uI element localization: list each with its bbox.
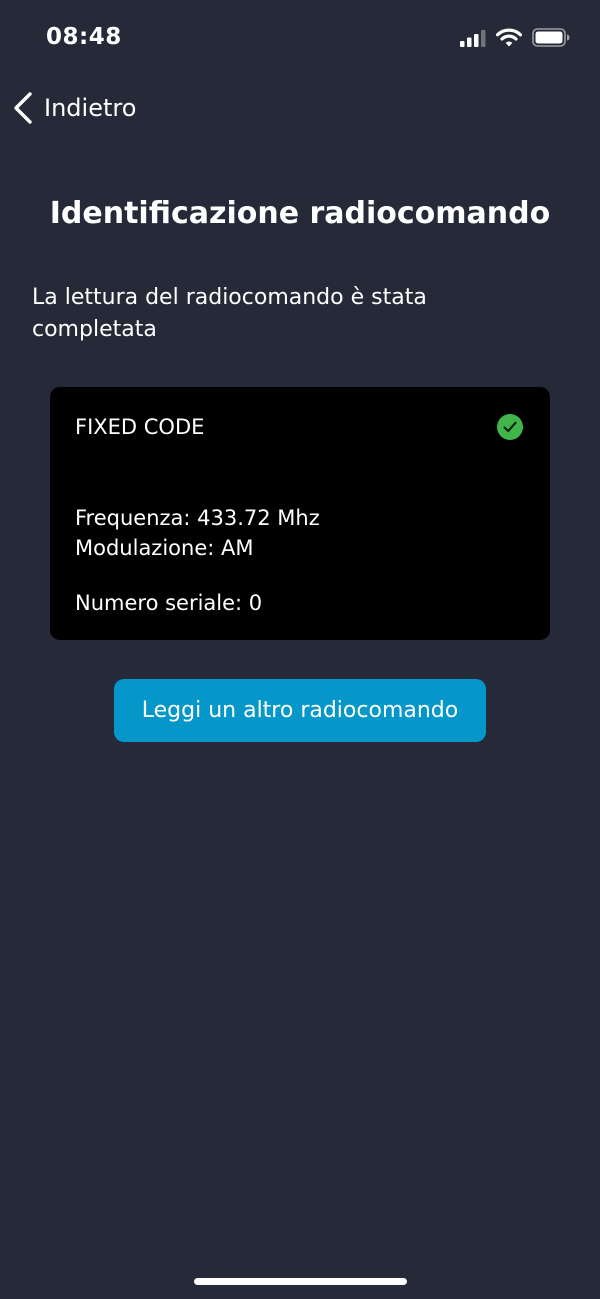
cellular-signal-icon <box>460 29 486 47</box>
page-title: Identificazione radiocomando <box>49 196 551 231</box>
status-icons <box>460 28 570 47</box>
code-type-label: FIXED CODE <box>75 415 205 439</box>
read-another-remote-button[interactable]: Leggi un altro radiocomando <box>114 679 486 742</box>
wifi-icon <box>496 28 522 47</box>
check-circle-icon <box>497 414 523 440</box>
back-button[interactable]: Indietro <box>12 86 136 130</box>
status-bar: 08:48 <box>0 0 600 80</box>
home-indicator[interactable] <box>194 1278 407 1285</box>
status-description: La lettura del radiocomando è stata comp… <box>32 285 427 342</box>
serial-number-value: Numero seriale: 0 <box>75 591 263 615</box>
back-button-label: Indietro <box>44 94 137 122</box>
remote-result-card: FIXED CODE Frequenza: 433.72 Mhz Modulaz… <box>50 387 550 640</box>
status-time: 08:48 <box>46 24 122 50</box>
modulation-value: Modulazione: AM <box>75 536 254 560</box>
frequency-value: Frequenza: 433.72 Mhz <box>75 506 320 530</box>
chevron-left-icon <box>14 92 32 124</box>
battery-icon <box>532 28 570 47</box>
